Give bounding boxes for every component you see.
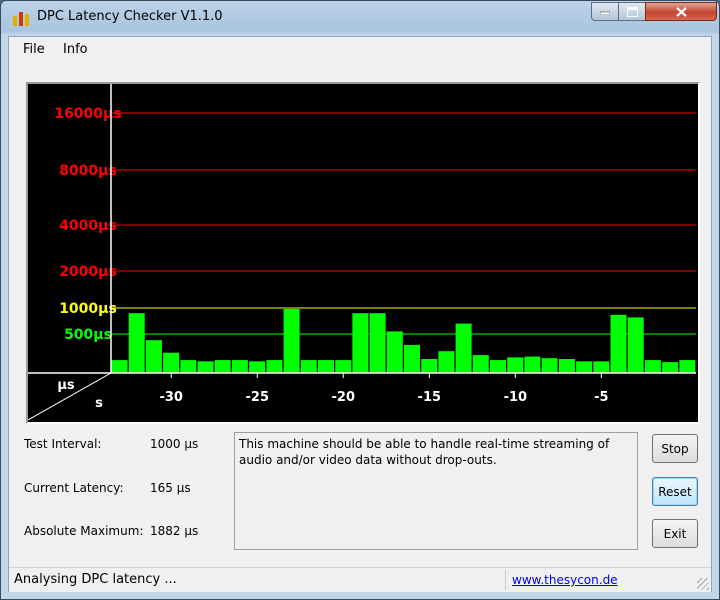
latency-bar <box>610 314 627 373</box>
maximize-icon <box>626 6 638 17</box>
latency-bar <box>472 355 489 373</box>
y-tick-label: 500µs <box>64 327 112 343</box>
test-interval-label: Test Interval: <box>24 437 102 451</box>
latency-bar <box>249 361 266 373</box>
latency-bar <box>318 360 334 373</box>
app-bars-icon <box>13 12 29 26</box>
latency-bar <box>231 360 248 373</box>
app-window: DPC Latency Checker V1.1.0 File Info 160… <box>0 0 720 600</box>
maximize-button[interactable] <box>618 2 646 21</box>
status-text: Analysing DPC latency ... <box>14 572 177 587</box>
website-link[interactable]: www.thesycon.de <box>512 573 618 587</box>
latency-bar <box>541 358 558 373</box>
latency-bar <box>335 360 352 373</box>
latency-bar <box>593 361 610 373</box>
latency-bar <box>404 344 420 373</box>
client-area: File Info 16000µs 8000µs 4000µs 2000µs 1000µ… <box>8 36 712 592</box>
window-title: DPC Latency Checker V1.1.0 <box>37 9 223 24</box>
latency-bar <box>558 359 575 373</box>
latency-bar <box>369 313 386 373</box>
close-button[interactable] <box>645 2 717 21</box>
y-tick-label: 4000µs <box>59 218 117 234</box>
x-axis-unit-label: s <box>95 396 103 411</box>
latency-bar <box>455 323 472 373</box>
latency-bar <box>266 360 283 373</box>
y-tick-label: 2000µs <box>59 264 117 280</box>
minimize-button[interactable] <box>591 2 619 21</box>
latency-bar <box>524 356 541 373</box>
latency-bar <box>386 331 403 373</box>
latency-bar <box>163 352 180 373</box>
x-tick-label: -25 <box>246 390 270 405</box>
status-bar: Analysing DPC latency ... www.thesycon.d… <box>9 567 711 592</box>
latency-chart-svg: 16000µs8000µs4000µs2000µs1000µs500µsµss -… <box>28 84 696 421</box>
menu-info[interactable]: Info <box>63 42 88 57</box>
x-tick-label: -15 <box>418 390 442 405</box>
latency-bar <box>576 361 593 373</box>
latency-bar <box>145 340 162 373</box>
latency-bar <box>111 360 128 373</box>
current-latency-label: Current Latency: <box>24 481 124 495</box>
latency-bar <box>644 360 661 373</box>
stop-button[interactable]: Stop <box>652 434 698 463</box>
resize-grip[interactable] <box>697 578 709 590</box>
exit-button[interactable]: Exit <box>652 519 698 548</box>
absolute-maximum-label: Absolute Maximum: <box>24 524 144 538</box>
latency-bar <box>197 361 214 373</box>
x-tick-label: -20 <box>332 390 356 405</box>
latency-bar <box>352 313 369 373</box>
close-icon <box>675 6 687 17</box>
y-tick-label: 1000µs <box>59 301 117 317</box>
latency-chart: 16000µs 8000µs 4000µs 2000µs 1000µs 500µs µs s -… <box>26 82 700 424</box>
current-latency-value: 165 µs <box>150 481 191 495</box>
latency-bar <box>507 357 524 373</box>
test-interval-value: 1000 µs <box>150 437 199 451</box>
minimize-icon <box>600 11 610 15</box>
latency-bar <box>679 360 696 373</box>
x-tick-label: -5 <box>594 390 608 405</box>
status-separator <box>505 570 506 590</box>
latency-bar <box>283 309 300 373</box>
menu-bar: File Info <box>9 37 711 61</box>
latency-bar <box>490 360 506 373</box>
latency-bar <box>300 360 317 373</box>
y-tick-label: 8000µs <box>59 163 117 179</box>
latency-bar <box>662 362 679 373</box>
reset-button[interactable]: Reset <box>652 477 698 506</box>
title-bar[interactable]: DPC Latency Checker V1.1.0 <box>1 1 719 35</box>
latency-bar <box>214 360 231 373</box>
latency-bar <box>180 360 197 373</box>
status-message-box: This machine should be able to handle re… <box>234 432 638 550</box>
latency-bar <box>421 359 438 373</box>
latency-bar <box>128 313 145 373</box>
x-tick-label: -30 <box>159 390 183 405</box>
y-axis-unit-label: µs <box>57 378 75 393</box>
latency-bar <box>438 351 455 373</box>
latency-bar <box>627 317 644 373</box>
absolute-maximum-value: 1882 µs <box>150 524 199 538</box>
x-tick-label: -10 <box>504 390 528 405</box>
menu-file[interactable]: File <box>23 42 45 57</box>
